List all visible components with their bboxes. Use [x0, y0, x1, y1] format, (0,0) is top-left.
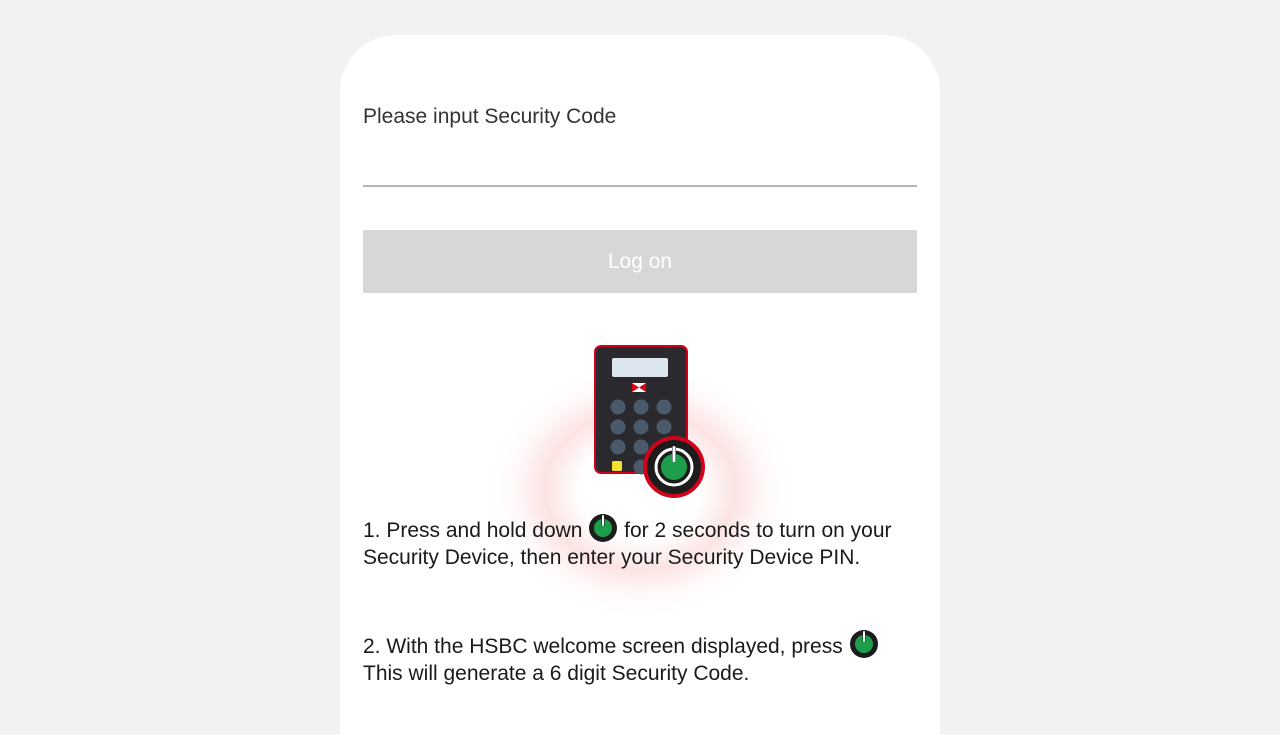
login-card: Please input Security Code Log on 1. Pre… [340, 35, 940, 735]
logon-button[interactable]: Log on [363, 230, 917, 293]
step2-text-end: This will generate a 6 digit Security Co… [363, 662, 750, 685]
instruction-step-2: 2. With the HSBC welcome screen displaye… [363, 629, 923, 687]
step1-text-start: 1. Press and hold down [363, 519, 583, 542]
security-device-icon [594, 345, 705, 498]
step2-text-start: 2. With the HSBC welcome screen displaye… [363, 635, 843, 658]
power-button-icon [589, 514, 618, 542]
power-button-icon [849, 630, 878, 658]
security-code-label: Please input Security Code [363, 105, 617, 128]
instruction-step-1: 1. Press and hold down for 2 seconds to … [363, 513, 923, 571]
power-button-icon [643, 436, 705, 498]
security-code-input[interactable] [363, 145, 917, 187]
hsbc-logo-icon [632, 383, 646, 392]
